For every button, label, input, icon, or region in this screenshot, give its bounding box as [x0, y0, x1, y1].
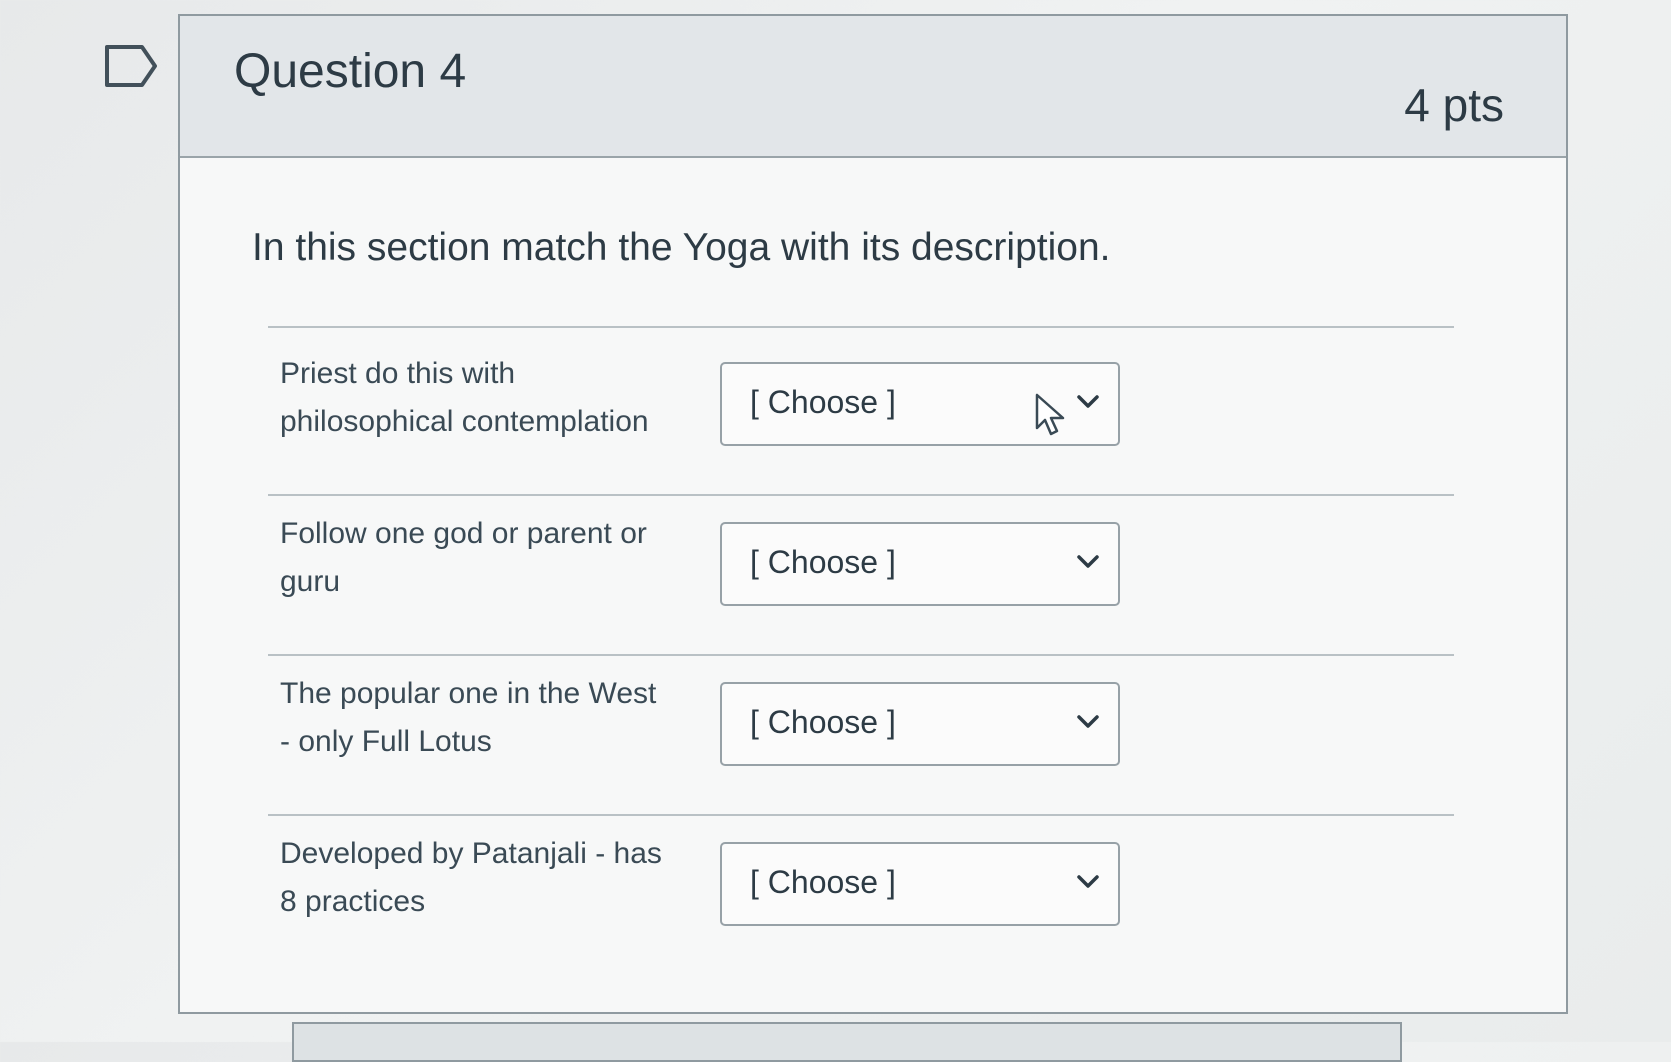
match-row: Priest do this with philosophical contem… — [280, 350, 1460, 490]
match-label-line: Developed by Patanjali - has — [280, 837, 662, 870]
match-label: Developed by Patanjali - has 8 practices — [280, 830, 700, 926]
mouse-pointer-icon — [1035, 393, 1065, 436]
divider — [268, 326, 1454, 328]
next-question-card — [292, 1022, 1402, 1062]
match-label: Follow one god or parent or guru — [280, 510, 700, 606]
chevron-down-icon — [1077, 715, 1099, 728]
match-label-line: Priest do this with — [280, 357, 516, 390]
match-select-4[interactable]: [ Choose ] — [720, 842, 1120, 926]
match-label-line: - only Full Lotus — [280, 725, 492, 758]
match-row: Follow one god or parent or guru [ Choos… — [280, 510, 1460, 650]
question-header: Question 4 4 pts — [180, 16, 1566, 158]
match-select-1[interactable]: [ Choose ] — [720, 362, 1120, 446]
question-prompt: In this section match the Yoga with its … — [252, 226, 1111, 269]
select-value: [ Choose ] — [750, 864, 896, 900]
match-label-line: The popular one in the West — [280, 677, 657, 710]
question-card: Question 4 4 pts In this section match t… — [178, 14, 1568, 1014]
select-value: [ Choose ] — [750, 384, 896, 420]
match-label-line: 8 practices — [280, 885, 426, 918]
select-value: [ Choose ] — [750, 544, 896, 580]
select-value: [ Choose ] — [750, 704, 896, 740]
match-select-3[interactable]: [ Choose ] — [720, 682, 1120, 766]
match-label-line: Follow one god or parent or — [280, 517, 647, 550]
match-label-line: philosophical contemplation — [280, 405, 649, 438]
match-row: The popular one in the West - only Full … — [280, 670, 1460, 810]
match-label: The popular one in the West - only Full … — [280, 670, 700, 766]
divider — [268, 814, 1454, 816]
match-label-line: guru — [280, 565, 341, 598]
chevron-down-icon — [1077, 875, 1099, 888]
chevron-down-icon — [1077, 555, 1099, 568]
flag-question-icon[interactable] — [104, 44, 158, 88]
match-row: Developed by Patanjali - has 8 practices… — [280, 830, 1460, 970]
match-select-2[interactable]: [ Choose ] — [720, 522, 1120, 606]
match-label: Priest do this with philosophical contem… — [280, 350, 700, 446]
chevron-down-icon — [1077, 395, 1099, 408]
question-title: Question 4 — [234, 45, 467, 98]
divider — [268, 654, 1454, 656]
question-points: 4 pts — [1404, 79, 1504, 131]
divider — [268, 494, 1454, 496]
